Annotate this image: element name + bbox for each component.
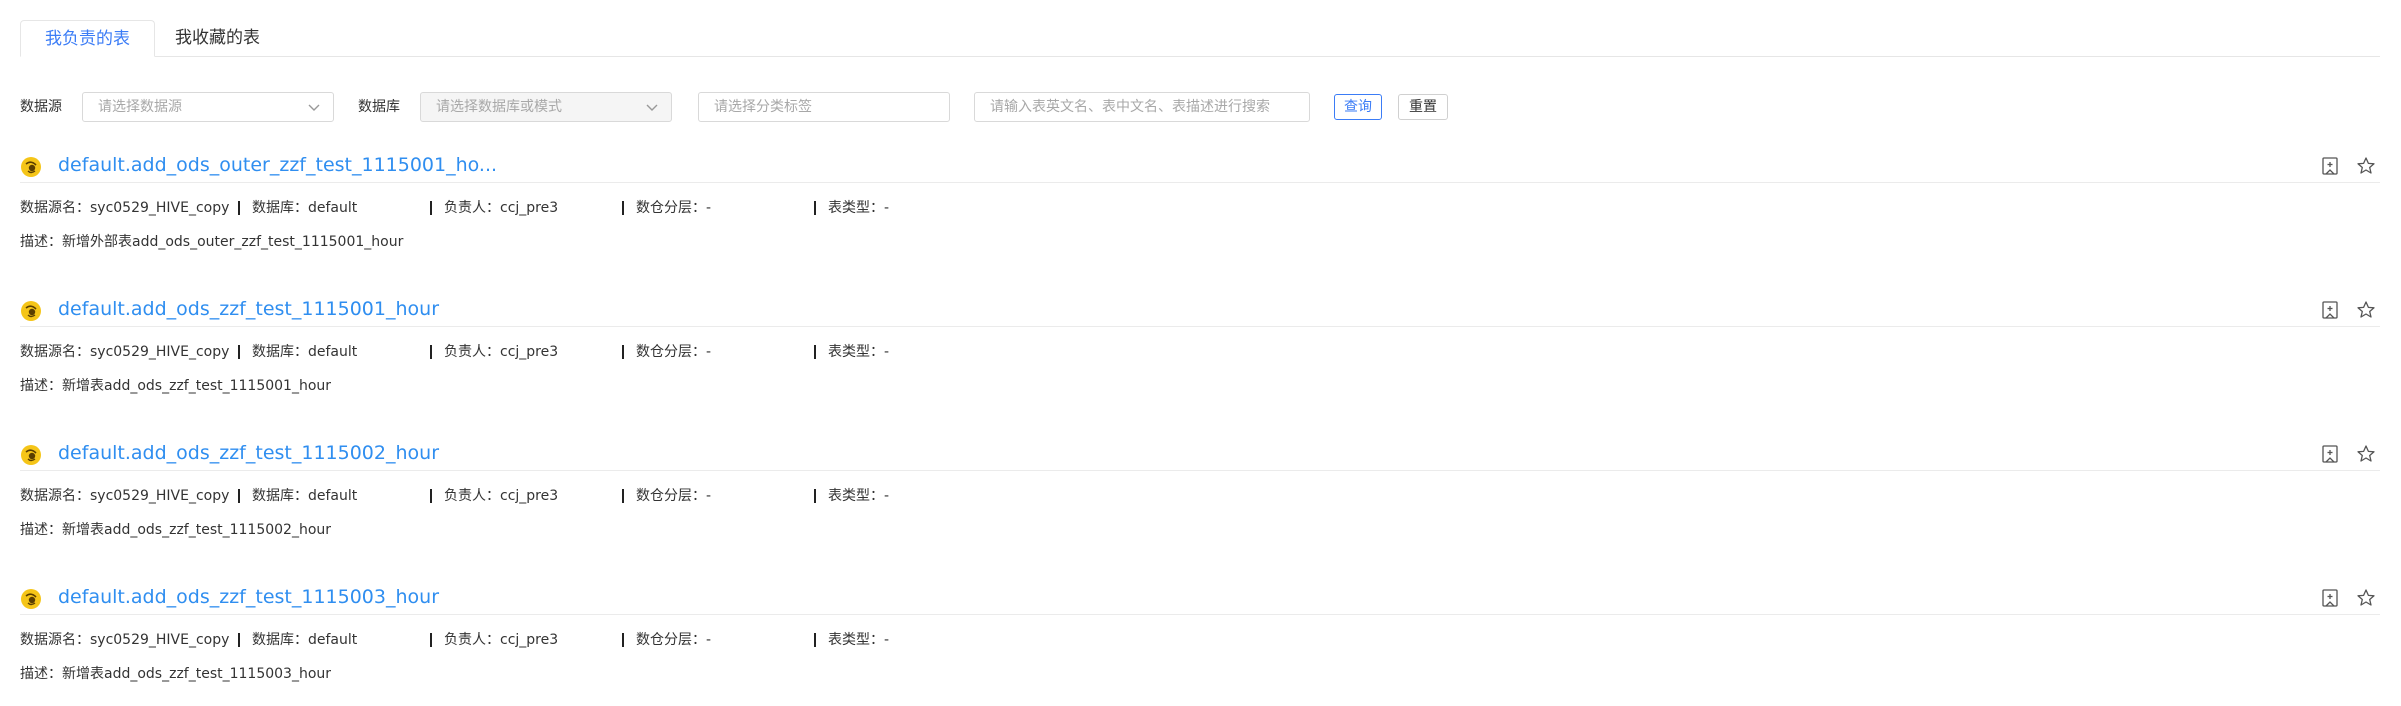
- datasource-select[interactable]: 请选择数据源: [82, 92, 334, 122]
- record-header: default.add_ods_outer_zzf_test_1115001_h…: [20, 150, 2380, 183]
- table-record: default.add_ods_zzf_test_1115002_hour 数据…: [20, 438, 2380, 568]
- category-tag-placeholder: 请选择分类标签: [714, 99, 812, 115]
- filter-bar: 数据源 请选择数据源 数据库 请选择数据库或模式 请选择分类标签 请输入表英文名…: [20, 92, 1520, 124]
- record-description: 描述：新增表add_ods_zzf_test_1115001_hour: [20, 378, 332, 394]
- bookmark-icon[interactable]: [2320, 300, 2340, 320]
- meta-separator: [622, 201, 624, 215]
- table-type-icon: [21, 589, 41, 609]
- meta-database: 数据库：default: [252, 200, 358, 216]
- meta-table-type: 表类型：-: [828, 344, 890, 360]
- meta-datasource: 数据源名：syc0529_HIVE_copy: [20, 344, 230, 360]
- page: 我负责的表 我收藏的表 数据源 请选择数据源 数据库 请选择数据库或模式 请选择…: [0, 0, 2401, 706]
- meta-separator: [430, 345, 432, 359]
- star-icon[interactable]: [2356, 300, 2376, 320]
- meta-separator: [814, 201, 816, 215]
- search-input[interactable]: 请输入表英文名、表中文名、表描述进行搜索: [974, 92, 1310, 122]
- reset-button[interactable]: 重置: [1398, 94, 1448, 120]
- meta-separator: [238, 201, 240, 215]
- record-title-link[interactable]: default.add_ods_zzf_test_1115003_hour: [58, 582, 439, 612]
- meta-table-type: 表类型：-: [828, 488, 890, 504]
- bookmark-icon[interactable]: [2320, 588, 2340, 608]
- meta-owner: 负责人：ccj_pre3: [444, 632, 559, 648]
- record-meta: 数据源名：syc0529_HIVE_copy 数据库：default 负责人：c…: [20, 628, 1020, 652]
- record-description: 描述：新增表add_ods_zzf_test_1115002_hour: [20, 522, 332, 538]
- record-header: default.add_ods_zzf_test_1115001_hour: [20, 294, 2380, 327]
- meta-separator: [430, 489, 432, 503]
- database-label: 数据库: [358, 99, 400, 115]
- record-title-link[interactable]: default.add_ods_zzf_test_1115001_hour: [58, 294, 439, 324]
- chevron-down-icon: [308, 104, 320, 111]
- database-select[interactable]: 请选择数据库或模式: [420, 92, 672, 122]
- tab-my-owned-tables[interactable]: 我负责的表: [20, 20, 155, 57]
- bookmark-icon[interactable]: [2320, 444, 2340, 464]
- bookmark-icon[interactable]: [2320, 156, 2340, 176]
- record-meta: 数据源名：syc0529_HIVE_copy 数据库：default 负责人：c…: [20, 196, 1020, 220]
- record-header: default.add_ods_zzf_test_1115002_hour: [20, 438, 2380, 471]
- meta-separator: [814, 345, 816, 359]
- record-title-link[interactable]: default.add_ods_outer_zzf_test_1115001_h…: [58, 150, 497, 180]
- meta-layer: 数仓分层：-: [636, 200, 712, 216]
- meta-separator: [238, 345, 240, 359]
- tab-bar: 我负责的表 我收藏的表: [20, 20, 2380, 57]
- meta-separator: [814, 633, 816, 647]
- meta-table-type: 表类型：-: [828, 632, 890, 648]
- meta-database: 数据库：default: [252, 488, 358, 504]
- meta-owner: 负责人：ccj_pre3: [444, 200, 559, 216]
- meta-datasource: 数据源名：syc0529_HIVE_copy: [20, 488, 230, 504]
- meta-separator: [238, 489, 240, 503]
- category-tag-input[interactable]: 请选择分类标签: [698, 92, 950, 122]
- datasource-placeholder: 请选择数据源: [98, 99, 182, 115]
- record-header: default.add_ods_zzf_test_1115003_hour: [20, 582, 2380, 615]
- record-title-link[interactable]: default.add_ods_zzf_test_1115002_hour: [58, 438, 439, 468]
- meta-separator: [238, 633, 240, 647]
- meta-separator: [622, 489, 624, 503]
- record-actions: [2320, 300, 2380, 322]
- star-icon[interactable]: [2356, 444, 2376, 464]
- table-type-icon: [21, 301, 41, 321]
- meta-datasource: 数据源名：syc0529_HIVE_copy: [20, 200, 230, 216]
- record-meta: 数据源名：syc0529_HIVE_copy 数据库：default 负责人：c…: [20, 484, 1020, 508]
- query-button[interactable]: 查询: [1334, 94, 1382, 120]
- meta-layer: 数仓分层：-: [636, 488, 712, 504]
- database-placeholder: 请选择数据库或模式: [436, 99, 562, 115]
- meta-owner: 负责人：ccj_pre3: [444, 344, 559, 360]
- meta-table-type: 表类型：-: [828, 200, 890, 216]
- record-actions: [2320, 444, 2380, 466]
- search-placeholder: 请输入表英文名、表中文名、表描述进行搜索: [990, 99, 1270, 115]
- record-description: 描述：新增表add_ods_zzf_test_1115003_hour: [20, 666, 332, 682]
- meta-separator: [622, 633, 624, 647]
- meta-separator: [430, 201, 432, 215]
- record-actions: [2320, 156, 2380, 178]
- chevron-down-icon: [646, 104, 658, 111]
- table-record: default.add_ods_zzf_test_1115003_hour 数据…: [20, 582, 2380, 706]
- meta-separator: [622, 345, 624, 359]
- record-meta: 数据源名：syc0529_HIVE_copy 数据库：default 负责人：c…: [20, 340, 1020, 364]
- record-actions: [2320, 588, 2380, 610]
- meta-owner: 负责人：ccj_pre3: [444, 488, 559, 504]
- table-type-icon: [21, 445, 41, 465]
- table-record: default.add_ods_outer_zzf_test_1115001_h…: [20, 150, 2380, 280]
- meta-database: 数据库：default: [252, 632, 358, 648]
- meta-datasource: 数据源名：syc0529_HIVE_copy: [20, 632, 230, 648]
- meta-layer: 数仓分层：-: [636, 344, 712, 360]
- star-icon[interactable]: [2356, 156, 2376, 176]
- tab-my-favorite-tables[interactable]: 我收藏的表: [175, 20, 260, 56]
- meta-database: 数据库：default: [252, 344, 358, 360]
- star-icon[interactable]: [2356, 588, 2376, 608]
- meta-separator: [814, 489, 816, 503]
- meta-separator: [430, 633, 432, 647]
- meta-layer: 数仓分层：-: [636, 632, 712, 648]
- datasource-label: 数据源: [20, 99, 62, 115]
- record-description: 描述：新增外部表add_ods_outer_zzf_test_1115001_h…: [20, 234, 404, 250]
- table-record: default.add_ods_zzf_test_1115001_hour 数据…: [20, 294, 2380, 424]
- table-type-icon: [21, 157, 41, 177]
